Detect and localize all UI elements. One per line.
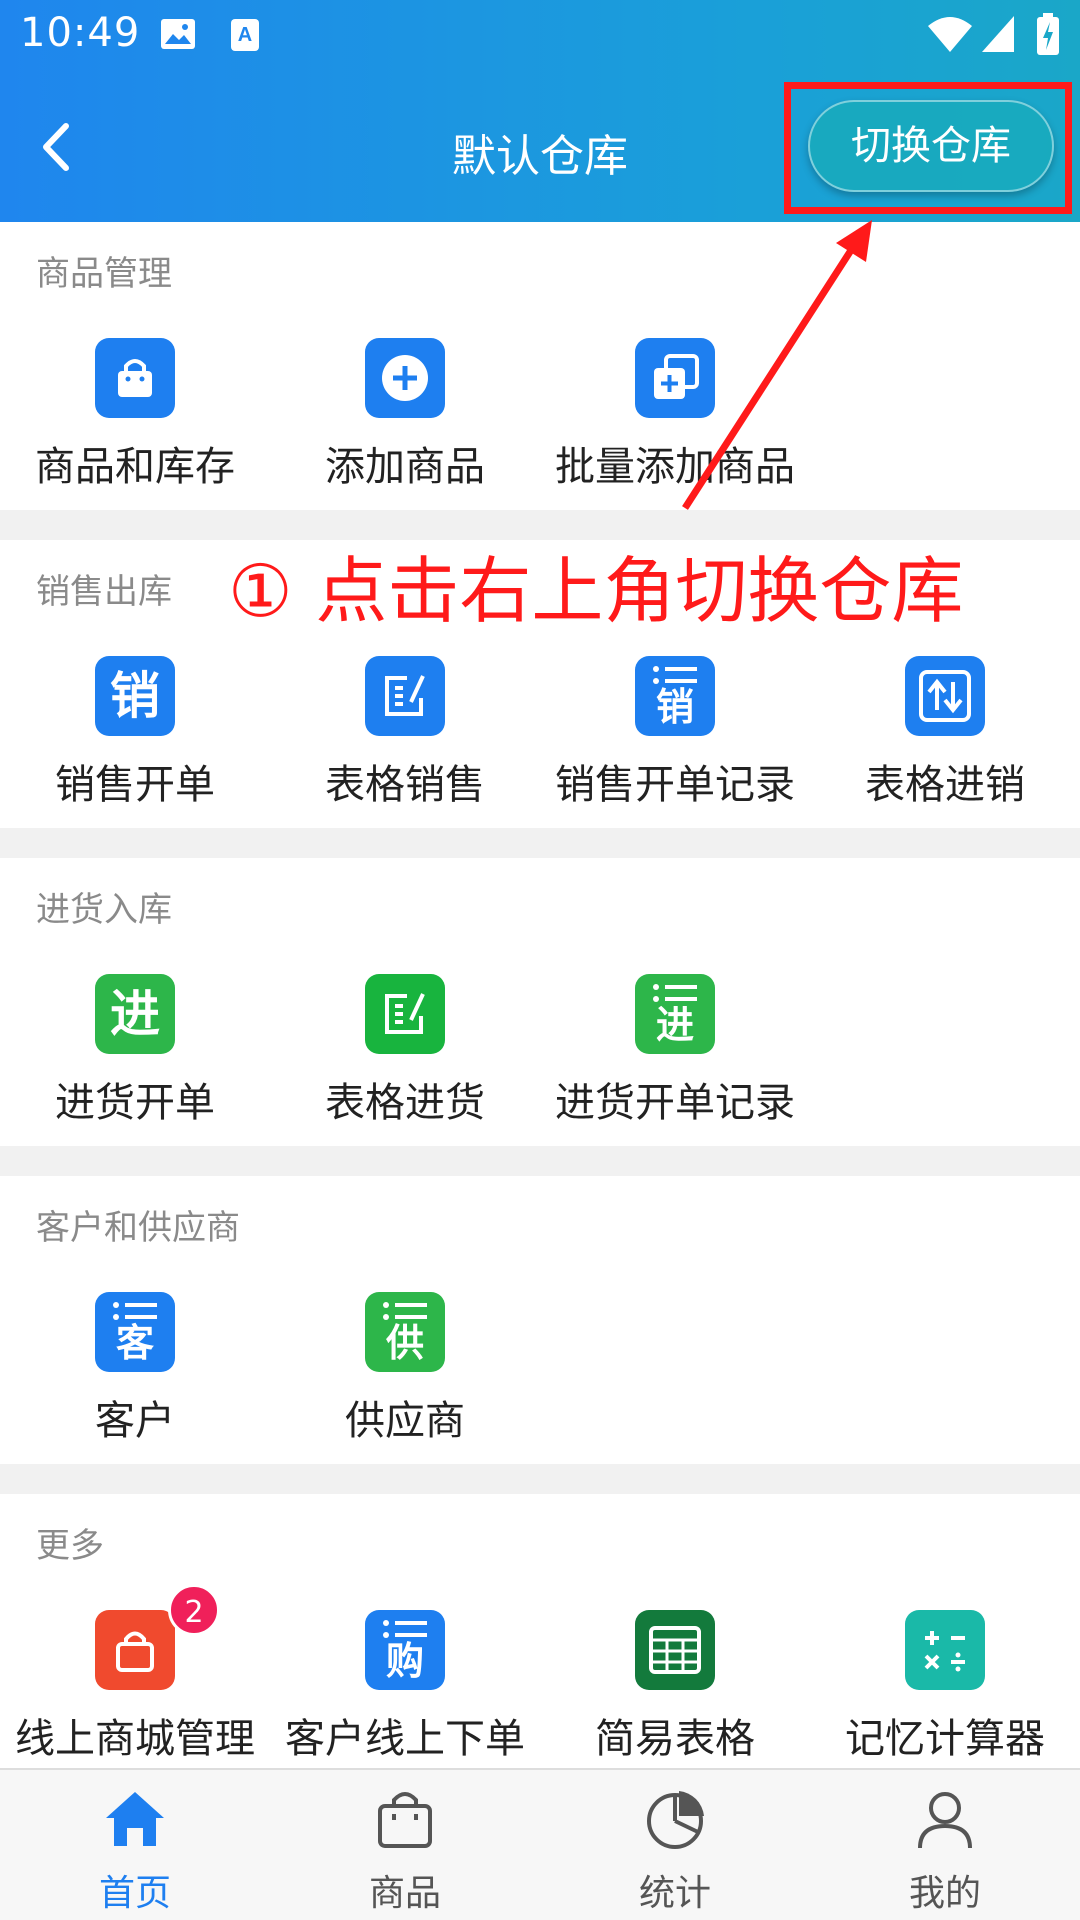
status-bar: 10:49 A [0, 0, 1080, 76]
online-order-icon: 购 [365, 1610, 445, 1690]
suppliers-item[interactable]: 供 供应商 [270, 1292, 540, 1472]
pie-chart-icon [647, 1791, 704, 1849]
screen: 10:49 A 默认仓库 切换仓库 商品管理 商品和库存 添加商品 批量添加商品… [0, 0, 1080, 1920]
nav-stats[interactable]: 统计 [540, 1770, 810, 1920]
sales-icon: 销 [95, 656, 175, 736]
supplier-icon: 供 [365, 1292, 445, 1372]
nav-label: 统计 [638, 1873, 711, 1914]
nav-label: 我的 [908, 1873, 981, 1914]
table-stock-flow-item[interactable]: 表格进销 [810, 656, 1080, 836]
section-purchase-in: 进货入库 进 进货开单 表格进货 进 进货开单记录 [0, 858, 1080, 1146]
user-icon [918, 1792, 972, 1849]
section-customers-suppliers: 客户和供应商 客 客户 供 供应商 [0, 1176, 1080, 1464]
item-label: 表格进货 [325, 1080, 485, 1126]
shopping-bag-icon [95, 338, 175, 418]
section-goods-management: 商品管理 商品和库存 添加商品 批量添加商品 [0, 222, 1080, 510]
nav-home[interactable]: 首页 [0, 1770, 270, 1920]
nav-label: 商品 [368, 1873, 441, 1914]
home-icon [106, 1792, 164, 1846]
shopping-bag-icon [95, 1610, 175, 1690]
batch-add-goods-item[interactable]: 批量添加商品 [540, 338, 810, 518]
item-label: 客户 [95, 1398, 175, 1444]
sales-order-item[interactable]: 销 销售开单 [0, 656, 270, 836]
customer-online-order-item[interactable]: 购 客户线上下单 [270, 1610, 540, 1790]
item-label: 销售开单 [55, 762, 215, 808]
nav-label: 首页 [98, 1873, 171, 1914]
text-notification-icon: A [231, 19, 259, 51]
item-label: 批量添加商品 [555, 444, 795, 490]
signal-icon [982, 16, 1014, 52]
purchase-icon: 进 [95, 974, 175, 1054]
image-notification-icon [161, 19, 195, 49]
status-time: 10:49 [20, 10, 141, 56]
purchase-order-item[interactable]: 进 进货开单 [0, 974, 270, 1154]
customer-icon: 客 [95, 1292, 175, 1372]
item-label: 客户线上下单 [285, 1716, 525, 1762]
back-arrow-icon[interactable] [28, 112, 88, 182]
item-label: 进货开单记录 [555, 1080, 795, 1126]
purchase-records-icon: 进 [635, 974, 715, 1054]
section-title: 销售出库 [36, 572, 172, 612]
batch-add-icon [635, 338, 715, 418]
calculator-icon [905, 1610, 985, 1690]
item-label: 供应商 [345, 1398, 465, 1444]
item-label: 商品和库存 [35, 444, 235, 490]
page-title: 默认仓库 [452, 131, 628, 182]
wifi-icon [928, 17, 972, 52]
purchase-records-item[interactable]: 进 进货开单记录 [540, 974, 810, 1154]
table-purchase-item[interactable]: 表格进货 [270, 974, 540, 1154]
edit-form-icon [365, 656, 445, 736]
section-more: 更多 2 线上商城管理 购 客户线上下单 简易表格 记忆计算器 [0, 1494, 1080, 1768]
item-label: 表格进销 [865, 762, 1025, 808]
item-label: 表格销售 [325, 762, 485, 808]
nav-profile[interactable]: 我的 [810, 1770, 1080, 1920]
annotation-highlight-box [784, 82, 1072, 214]
item-label: 线上商城管理 [15, 1716, 255, 1762]
edit-form-icon [365, 974, 445, 1054]
simple-table-item[interactable]: 简易表格 [540, 1610, 810, 1790]
sales-records-icon: 销 [635, 656, 715, 736]
section-title: 客户和供应商 [36, 1208, 240, 1248]
goods-and-stock-item[interactable]: 商品和库存 [0, 338, 270, 518]
notification-badge: 2 [168, 1584, 220, 1636]
item-label: 记忆计算器 [845, 1716, 1045, 1762]
shopping-bag-icon [378, 1792, 432, 1848]
section-title: 进货入库 [36, 890, 172, 930]
customers-item[interactable]: 客 客户 [0, 1292, 270, 1472]
memory-calculator-item[interactable]: 记忆计算器 [810, 1610, 1080, 1790]
battery-icon [1037, 13, 1059, 55]
spreadsheet-icon [635, 1610, 715, 1690]
sales-records-item[interactable]: 销 销售开单记录 [540, 656, 810, 836]
section-title: 商品管理 [36, 254, 172, 294]
item-label: 简易表格 [595, 1716, 755, 1762]
item-label: 添加商品 [325, 444, 485, 490]
online-mall-item[interactable]: 2 线上商城管理 [0, 1584, 270, 1790]
nav-goods[interactable]: 商品 [270, 1770, 540, 1920]
svg-text:A: A [238, 24, 252, 46]
plus-circle-icon [365, 338, 445, 418]
add-goods-item[interactable]: 添加商品 [270, 338, 540, 518]
annotation-text: ① 点击右上角切换仓库 [228, 549, 964, 633]
section-title: 更多 [36, 1526, 104, 1566]
item-label: 销售开单记录 [555, 762, 795, 808]
table-sales-item[interactable]: 表格销售 [270, 656, 540, 836]
item-label: 进货开单 [55, 1080, 215, 1126]
bottom-nav: 首页 商品 统计 我的 [0, 1768, 1080, 1920]
swap-arrows-icon [905, 656, 985, 736]
